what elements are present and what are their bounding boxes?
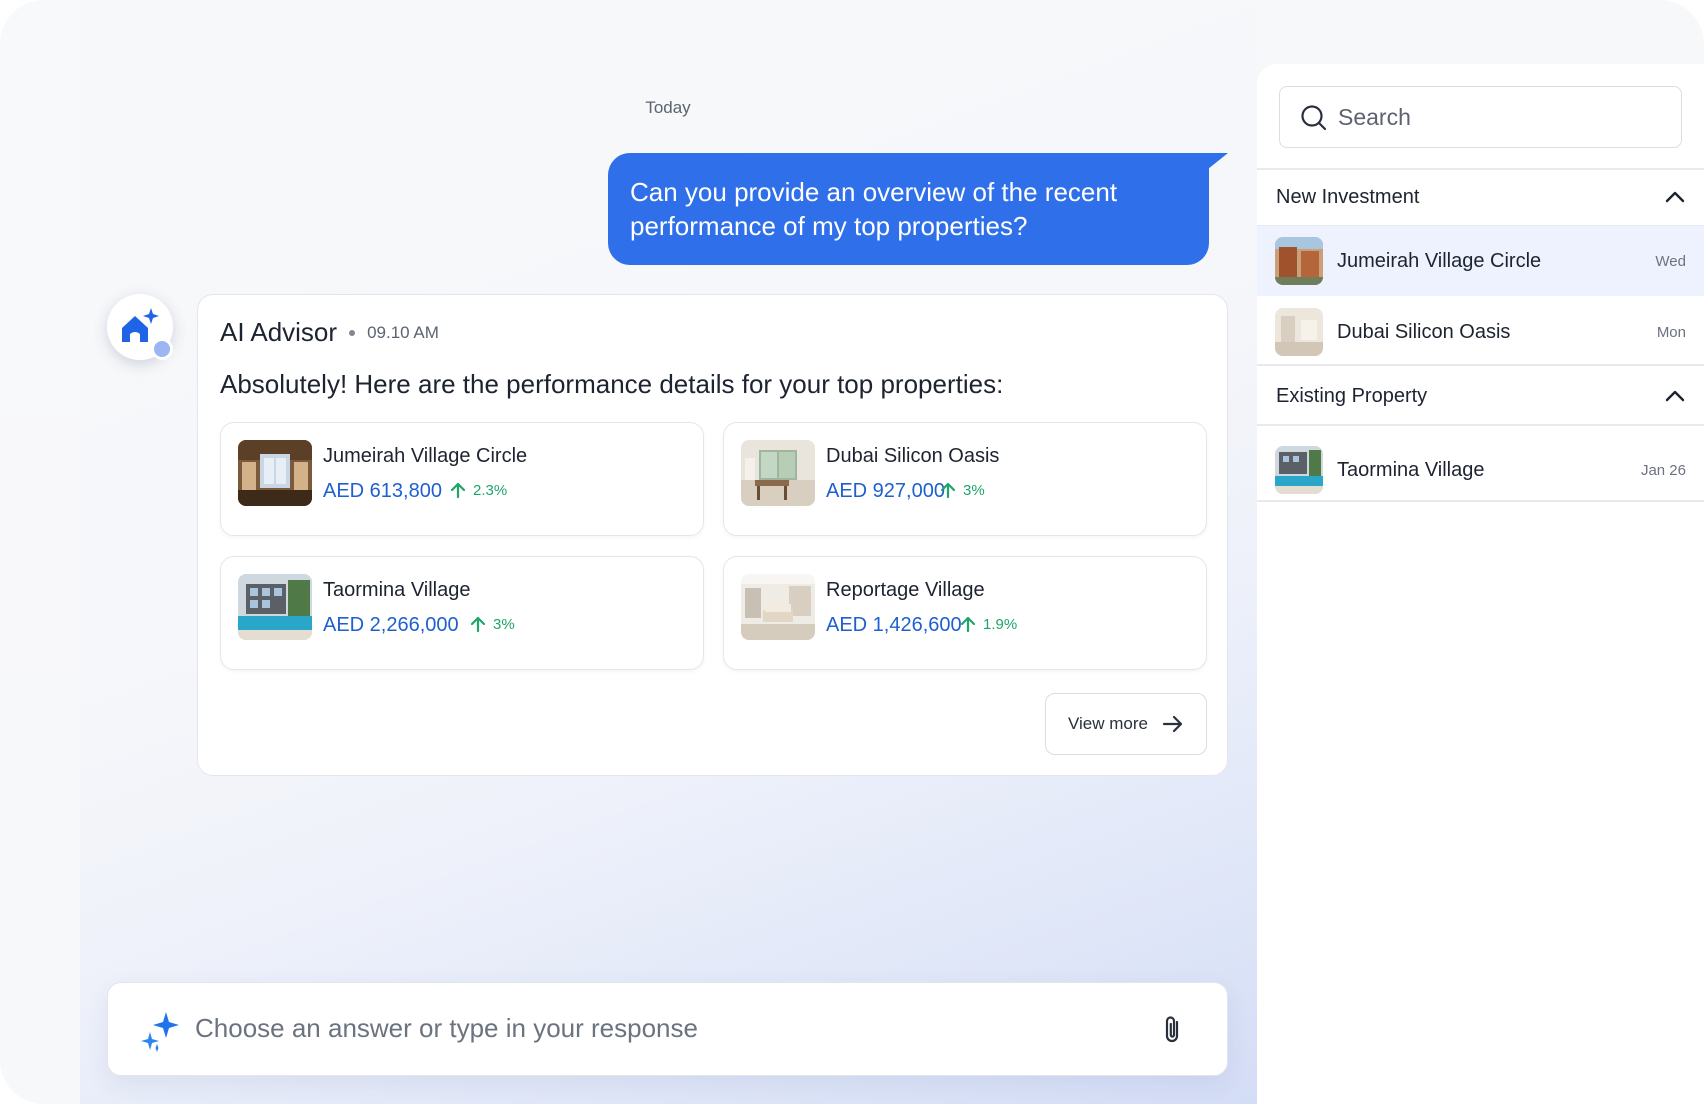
search-box	[1279, 86, 1682, 148]
conversation-item[interactable]: Taormina Village Jan 26	[1257, 435, 1704, 505]
property-card[interactable]: Jumeirah Village Circle AED 613,800 2.3%	[220, 422, 704, 536]
advisor-header: AI Advisor 09.10 AM	[220, 317, 439, 348]
search-input[interactable]	[1338, 101, 1658, 133]
property-price: AED 1,426,600	[826, 614, 962, 636]
sparkle-icon	[141, 1012, 179, 1052]
section-header-new-investment[interactable]: New Investment	[1276, 182, 1686, 212]
property-name: Taormina Village	[323, 579, 471, 601]
app-window: Today Can you provide an overview of the…	[0, 0, 1704, 1104]
conversation-item[interactable]: Dubai Silicon Oasis Mon	[1257, 297, 1704, 367]
property-thumbnail	[741, 440, 815, 506]
user-message-bubble: Can you provide an overview of the recen…	[608, 153, 1228, 265]
property-card[interactable]: Taormina Village AED 2,266,000 3%	[220, 556, 704, 670]
conversation-name: Taormina Village	[1337, 459, 1485, 481]
arrow-right-icon	[1162, 715, 1183, 733]
conversation-thumbnail	[1275, 308, 1323, 356]
divider	[1257, 364, 1704, 366]
property-card[interactable]: Reportage Village AED 1,426,600 1.9%	[723, 556, 1207, 670]
property-change-value: 1.9%	[983, 615, 1018, 633]
left-margin	[0, 0, 80, 1104]
chevron-up-icon[interactable]	[1664, 389, 1686, 403]
property-price: AED 2,266,000	[323, 614, 459, 636]
advisor-avatar	[107, 294, 173, 360]
separator-dot	[349, 329, 356, 336]
advisor-timestamp: 09.10 AM	[367, 322, 439, 342]
property-name: Reportage Village	[826, 579, 985, 601]
property-price: AED 613,800	[323, 480, 442, 502]
conversation-thumbnail	[1275, 237, 1323, 285]
property-change: 3%	[939, 481, 985, 499]
chevron-up-icon[interactable]	[1664, 190, 1686, 204]
arrow-up-icon	[450, 482, 466, 499]
arrow-up-icon	[940, 482, 956, 499]
search-icon	[1301, 105, 1327, 131]
date-separator: Today	[645, 98, 691, 117]
conversation-date: Jan 26	[1640, 462, 1686, 479]
section-title: New Investment	[1276, 185, 1420, 208]
advisor-message-text: Absolutely! Here are the performance det…	[220, 369, 1004, 399]
property-change-value: 3%	[963, 481, 985, 499]
property-change-value: 2.3%	[473, 481, 508, 499]
property-thumbnail	[238, 574, 312, 640]
property-thumbnail	[238, 440, 312, 506]
property-change: 3%	[469, 615, 515, 633]
property-thumbnail	[741, 574, 815, 640]
arrow-up-icon	[960, 616, 976, 633]
conversation-sidebar: New Investment Jumeirah Village Circle W…	[1257, 64, 1704, 1104]
divider	[1257, 424, 1704, 426]
view-more-button[interactable]: View more	[1045, 693, 1207, 755]
message-input-bar	[107, 982, 1228, 1076]
property-change-value: 3%	[493, 615, 515, 633]
view-more-label: View more	[1068, 714, 1148, 733]
conversation-name: Dubai Silicon Oasis	[1337, 321, 1511, 343]
verified-badge-icon	[151, 338, 173, 360]
conversation-item[interactable]: Jumeirah Village Circle Wed	[1257, 226, 1704, 296]
paperclip-icon[interactable]	[1160, 1014, 1184, 1046]
conversation-name: Jumeirah Village Circle	[1337, 250, 1542, 272]
advisor-message-card: AI Advisor 09.10 AM Absolutely! Here are…	[197, 294, 1228, 776]
property-price: AED 927,000	[826, 480, 945, 502]
arrow-up-icon	[470, 616, 486, 633]
conversation-date: Mon	[1656, 324, 1686, 341]
advisor-name: AI Advisor	[220, 317, 338, 347]
conversation-date: Wed	[1655, 253, 1686, 270]
section-header-existing-property[interactable]: Existing Property	[1276, 381, 1686, 411]
property-name: Dubai Silicon Oasis	[826, 445, 1000, 467]
divider	[1257, 168, 1704, 170]
message-input[interactable]	[195, 1013, 1055, 1044]
property-change: 2.3%	[449, 481, 507, 499]
property-card[interactable]: Dubai Silicon Oasis AED 927,000 3%	[723, 422, 1207, 536]
divider	[1257, 500, 1704, 502]
conversation-thumbnail	[1275, 446, 1323, 494]
property-change: 1.9%	[959, 615, 1017, 633]
property-name: Jumeirah Village Circle	[323, 445, 528, 467]
section-title: Existing Property	[1276, 384, 1428, 407]
